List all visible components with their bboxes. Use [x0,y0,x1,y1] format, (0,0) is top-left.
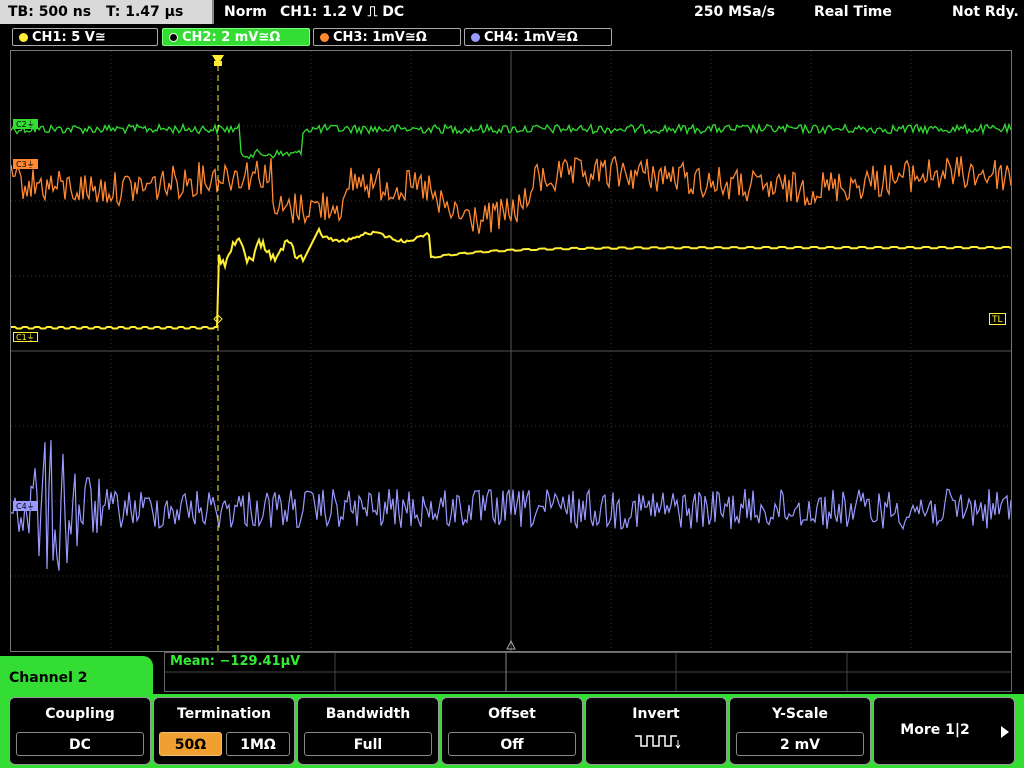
tab-ch1-label: CH1: 5 V≅ [32,30,106,45]
trigger-info[interactable]: CH1: 1.2 V ⎍ DC [280,0,404,24]
offset-title: Offset [488,706,536,722]
ch4-ground-label[interactable]: C4⏚ [13,501,38,511]
termination-50ohm-option[interactable]: 50Ω [159,732,222,756]
ch1-ground-label[interactable]: C1⏚ [13,332,38,342]
trigger-level-label[interactable]: TL [989,313,1006,325]
tab-ch4-label: CH4: 1mV≅Ω [484,30,578,45]
bandwidth-button[interactable]: Bandwidth Full [297,697,439,765]
invert-title: Invert [632,706,680,722]
ch4-dot-icon [471,33,480,42]
timebase-value: TB: 500 ns [8,4,92,20]
offset-button[interactable]: Offset Off [441,697,583,765]
trigger-marker-stem [214,61,222,66]
ch2-dot-icon [169,33,178,42]
acquisition-mode: Real Time [814,4,892,20]
ch3-ground-label[interactable]: C3⏚ [13,159,38,169]
trigger-mode[interactable]: Norm [224,0,267,24]
offset-value: Off [448,732,576,756]
invert-button[interactable]: Invert [585,697,727,765]
tab-ch2[interactable]: CH2: 2 mV≅Ω [162,28,310,46]
tab-ch2-label: CH2: 2 mV≅Ω [182,30,281,45]
bandwidth-value: Full [304,732,432,756]
coupling-button[interactable]: Coupling DC [9,697,151,765]
coupling-value: DC [16,732,144,756]
tab-ch1[interactable]: CH1: 5 V≅ [12,28,158,46]
waveform-display[interactable]: C2⏚ C3⏚ C1⏚ C4⏚ TL [10,50,1012,652]
coupling-title: Coupling [45,706,115,722]
waveform-canvas [11,51,1011,651]
channel-panel-title: Channel 2 [9,670,88,686]
trigger-time-value: T: 1.47 µs [105,4,184,20]
next-page-arrow-icon [1001,726,1009,738]
invert-waveform-icon [635,735,681,749]
more-label: More 1|2 [900,722,970,738]
tab-ch4[interactable]: CH4: 1mV≅Ω [464,28,612,46]
acquisition-state: Not Rdy. [952,4,1019,20]
termination-1mohm-option[interactable]: 1MΩ [226,732,290,756]
y-scale-button[interactable]: Y-Scale 2 mV [729,697,871,765]
more-button[interactable]: More 1|2 [873,697,1015,765]
ch3-dot-icon [320,33,329,42]
tab-ch3[interactable]: CH3: 1mV≅Ω [313,28,461,46]
termination-title: Termination [177,706,271,722]
bandwidth-title: Bandwidth [325,706,411,722]
ch1-dot-icon [19,33,28,42]
termination-button[interactable]: Termination 50Ω 1MΩ [153,697,295,765]
ch2-ground-label[interactable]: C2⏚ [13,119,38,129]
mean-measurement: Mean: −129.41µV [170,654,301,669]
y-scale-value: 2 mV [736,732,864,756]
y-scale-title: Y-Scale [771,706,828,722]
graticule [11,51,1011,651]
tab-ch3-label: CH3: 1mV≅Ω [333,30,427,45]
timebase-box[interactable]: TB: 500 ns T: 1.47 µs [0,0,214,24]
sample-rate: 250 MSa/s [694,4,776,20]
